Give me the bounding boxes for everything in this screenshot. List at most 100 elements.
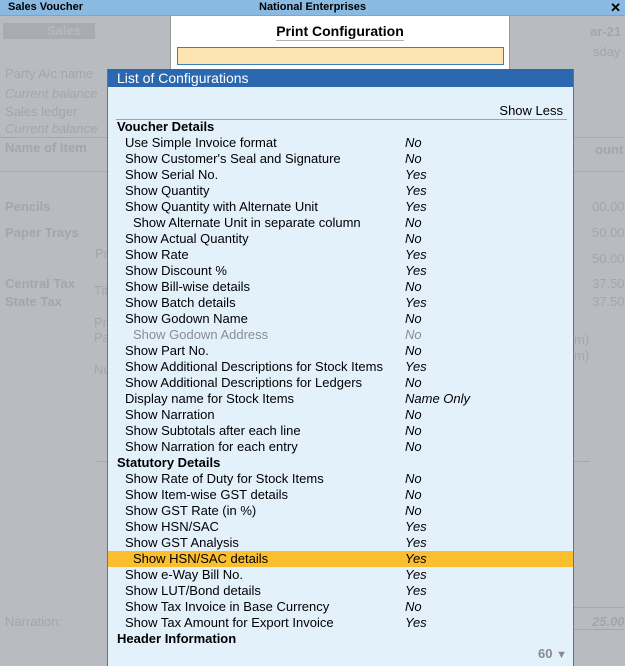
list-title: List of Configurations bbox=[108, 69, 573, 87]
config-value[interactable]: Yes bbox=[405, 615, 427, 631]
config-row[interactable]: Display name for Stock Items Name Only bbox=[108, 391, 573, 407]
config-row[interactable]: Show Actual Quantity No bbox=[108, 231, 573, 247]
config-label: Show Additional Descriptions for Ledgers bbox=[125, 375, 363, 390]
config-value[interactable]: No bbox=[405, 231, 422, 247]
config-value[interactable]: Yes bbox=[405, 167, 427, 183]
tax-name: State Tax bbox=[5, 294, 62, 309]
config-row[interactable]: Show HSN/SAC Yes bbox=[108, 519, 573, 535]
config-row[interactable]: Show Narration No bbox=[108, 407, 573, 423]
print-configuration-title: Print Configuration bbox=[276, 23, 404, 41]
config-row[interactable]: Show Discount % Yes bbox=[108, 263, 573, 279]
config-label: Show Quantity with Alternate Unit bbox=[125, 199, 318, 214]
config-row[interactable]: Show Quantity with Alternate Unit Yes bbox=[108, 199, 573, 215]
config-row[interactable]: Show Tax Amount for Export Invoice Yes bbox=[108, 615, 573, 631]
config-row[interactable]: Use Simple Invoice format No bbox=[108, 135, 573, 151]
voucher-date: ar-21 bbox=[590, 24, 622, 39]
config-label: Use Simple Invoice format bbox=[125, 135, 277, 150]
config-value[interactable]: Yes bbox=[405, 247, 427, 263]
config-value[interactable]: Yes bbox=[405, 295, 427, 311]
config-value[interactable]: Yes bbox=[405, 583, 427, 599]
config-value[interactable]: No bbox=[405, 599, 422, 615]
config-row[interactable]: Show Bill-wise details No bbox=[108, 279, 573, 295]
config-value[interactable]: Yes bbox=[405, 567, 427, 583]
config-row[interactable]: Show GST Analysis Yes bbox=[108, 535, 573, 551]
config-value[interactable]: Yes bbox=[405, 199, 427, 215]
config-row[interactable]: Show Rate Yes bbox=[108, 247, 573, 263]
config-row[interactable]: Show Subtotals after each line No bbox=[108, 423, 573, 439]
config-label: Show Alternate Unit in separate column bbox=[133, 215, 361, 230]
config-row[interactable]: Show Rate of Duty for Stock Items No bbox=[108, 471, 573, 487]
voucher-type-badge: Sales bbox=[3, 23, 95, 39]
config-label: Show Actual Quantity bbox=[125, 231, 249, 246]
item-amount: 50.00 bbox=[592, 251, 625, 266]
config-row[interactable]: Show Godown Name No bbox=[108, 311, 573, 327]
config-label: Show Godown Address bbox=[133, 327, 269, 342]
name-of-item-header: Name of Item bbox=[5, 140, 87, 155]
config-value[interactable]: Yes bbox=[405, 263, 427, 279]
config-value[interactable]: No bbox=[405, 343, 422, 359]
config-value[interactable]: Yes bbox=[405, 551, 427, 567]
config-row[interactable]: Show Batch details Yes bbox=[108, 295, 573, 311]
current-balance-label-2: Current balance bbox=[5, 121, 98, 136]
config-label: Show Part No. bbox=[125, 343, 209, 358]
config-row[interactable]: Show Alternate Unit in separate column No bbox=[108, 215, 573, 231]
config-row[interactable]: Show Item-wise GST details No bbox=[108, 487, 573, 503]
config-value[interactable]: No bbox=[405, 279, 422, 295]
config-value[interactable]: Yes bbox=[405, 519, 427, 535]
config-row[interactable]: Show Customer's Seal and Signature No bbox=[108, 151, 573, 167]
item-name: Paper Trays bbox=[5, 225, 79, 240]
config-label: Show Godown Name bbox=[125, 311, 248, 326]
print-configuration-panel: Print Configuration bbox=[170, 16, 510, 70]
config-row[interactable]: Show HSN/SAC details Yes bbox=[108, 551, 573, 567]
config-row[interactable]: Show Additional Descriptions for Stock I… bbox=[108, 359, 573, 375]
show-less-button[interactable]: Show Less bbox=[499, 103, 563, 118]
amount-header: ount bbox=[595, 142, 624, 157]
tax-name: Central Tax bbox=[5, 276, 75, 291]
config-label: Show Quantity bbox=[125, 183, 210, 198]
config-value[interactable]: No bbox=[405, 311, 422, 327]
scroll-down-icon[interactable]: ▼ bbox=[556, 649, 567, 661]
config-value[interactable]: No bbox=[405, 423, 422, 439]
config-label: Show Serial No. bbox=[125, 167, 219, 182]
config-value[interactable]: No bbox=[405, 215, 422, 231]
config-row[interactable]: Show Additional Descriptions for Ledgers… bbox=[108, 375, 573, 391]
page-count: 60 bbox=[538, 646, 553, 661]
config-label: Show LUT/Bond details bbox=[125, 583, 261, 598]
config-value[interactable]: Name Only bbox=[405, 391, 470, 407]
config-row[interactable]: Show LUT/Bond details Yes bbox=[108, 583, 573, 599]
config-label: Show Narration bbox=[125, 407, 215, 422]
config-value[interactable]: Yes bbox=[405, 535, 427, 551]
config-value[interactable]: No bbox=[405, 407, 422, 423]
config-label: Show e-Way Bill No. bbox=[125, 567, 243, 582]
config-row[interactable]: Show Quantity Yes bbox=[108, 183, 573, 199]
current-balance-label: Current balance bbox=[5, 86, 98, 101]
sales-ledger-label: Sales ledger bbox=[5, 104, 78, 119]
config-row[interactable]: Show e-Way Bill No. Yes bbox=[108, 567, 573, 583]
config-row[interactable]: Show Tax Invoice in Base Currency No bbox=[108, 599, 573, 615]
config-row[interactable]: Show Serial No. Yes bbox=[108, 167, 573, 183]
pager[interactable]: 60 ▼ bbox=[538, 646, 567, 661]
close-icon[interactable]: ✕ bbox=[610, 0, 621, 16]
config-value[interactable]: No bbox=[405, 135, 422, 151]
config-value[interactable]: Yes bbox=[405, 359, 427, 375]
partial-right: m) bbox=[574, 332, 590, 347]
config-value[interactable]: No bbox=[405, 503, 422, 519]
config-value[interactable]: No bbox=[405, 487, 422, 503]
config-value[interactable]: No bbox=[405, 471, 422, 487]
config-value[interactable]: No bbox=[405, 151, 422, 167]
configuration-search-input[interactable] bbox=[177, 47, 504, 65]
config-value[interactable]: No bbox=[405, 375, 422, 391]
config-label: Show GST Rate (in %) bbox=[125, 503, 257, 518]
partial-label: Tit bbox=[94, 283, 108, 298]
config-label: Show HSN/SAC details bbox=[133, 551, 269, 566]
config-label: Show Discount % bbox=[125, 263, 227, 278]
config-row[interactable]: Show Narration for each entry No bbox=[108, 439, 573, 455]
config-value[interactable]: Yes bbox=[405, 183, 427, 199]
config-row[interactable]: Show GST Rate (in %) No bbox=[108, 503, 573, 519]
config-row[interactable]: Show Part No. No bbox=[108, 343, 573, 359]
config-value[interactable]: No bbox=[405, 439, 422, 455]
config-label: Show Batch details bbox=[125, 295, 236, 310]
section-header: Header Information bbox=[117, 631, 237, 646]
config-label: Show Item-wise GST details bbox=[125, 487, 289, 502]
configuration-list: Voucher Details Use Simple Invoice format… bbox=[108, 119, 573, 647]
